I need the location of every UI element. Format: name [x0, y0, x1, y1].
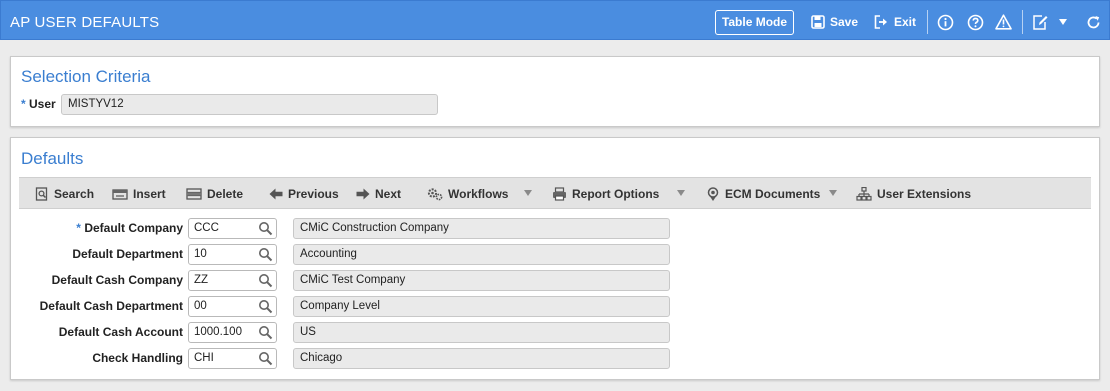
exit-icon [874, 15, 887, 29]
save-icon [811, 15, 825, 29]
chevron-down-icon[interactable] [1054, 13, 1072, 31]
delete-button[interactable]: Delete [186, 186, 243, 202]
default-company-input[interactable]: CCC [188, 218, 277, 239]
default-company-value: CCC [194, 222, 219, 234]
page-title: AP USER DEFAULTS [10, 14, 160, 31]
arrow-right-icon [356, 188, 370, 200]
default-cash-department-label: Default Cash Department [39, 299, 183, 313]
previous-label: Previous [288, 187, 339, 201]
insert-label: Insert [133, 187, 166, 201]
workflows-dropdown-icon[interactable] [524, 190, 532, 196]
selection-criteria-panel: Selection Criteria * User MISTYV12 [10, 56, 1100, 127]
insert-icon [112, 189, 128, 200]
check-handling-input[interactable]: CHI [188, 348, 277, 369]
toolbar-divider [927, 10, 928, 34]
save-button[interactable]: Save [811, 13, 858, 31]
table-mode-button[interactable]: Table Mode [715, 10, 794, 35]
search-icon[interactable] [258, 351, 273, 366]
default-company-description: CMiC Construction Company [293, 218, 670, 239]
default-cash-company-input[interactable]: ZZ [188, 270, 277, 291]
report-options-label: Report Options [572, 187, 660, 201]
check-handling-description: Chicago [293, 348, 670, 369]
search-icon[interactable] [258, 273, 273, 288]
app-header: AP USER DEFAULTS Table Mode Save Exit [0, 0, 1110, 40]
search-button[interactable]: Search [35, 186, 94, 202]
selection-criteria-title: Selection Criteria [21, 67, 151, 86]
search-icon[interactable] [258, 221, 273, 236]
required-marker: * [21, 97, 30, 111]
edit-note-icon[interactable] [1031, 13, 1049, 31]
default-cash-company-value: ZZ [194, 274, 209, 286]
report-options-button[interactable]: Report Options [552, 186, 659, 202]
default-department-label: Default Department [72, 247, 183, 261]
insert-button[interactable]: Insert [112, 186, 166, 202]
default-cash-department-value: 00 [194, 300, 207, 312]
default-cash-company-description: CMiC Test Company [293, 270, 670, 291]
defaults-toolbar: Search Insert Delete Previous Next Workf… [19, 177, 1091, 209]
ecm-documents-button[interactable]: ECM Documents [706, 186, 820, 202]
check-handling-value: CHI [194, 352, 214, 364]
exit-button[interactable]: Exit [874, 13, 916, 31]
default-company-label-text: Default Company [84, 221, 183, 235]
default-department-description: Accounting [293, 244, 670, 265]
toolbar-divider [1022, 10, 1023, 34]
default-cash-department-input[interactable]: 00 [188, 296, 277, 317]
workflows-button[interactable]: Workflows [427, 186, 508, 202]
default-cash-account-description: US [293, 322, 670, 343]
previous-button[interactable]: Previous [269, 186, 339, 202]
user-extensions-label: User Extensions [877, 187, 972, 201]
default-cash-company-label: Default Cash Company [51, 273, 183, 287]
help-icon[interactable] [966, 13, 984, 31]
search-label: Search [54, 187, 95, 201]
user-extensions-button[interactable]: User Extensions [856, 186, 971, 202]
refresh-icon[interactable] [1084, 13, 1102, 31]
default-company-label: * Default Company [76, 221, 183, 235]
user-label-text: User [29, 97, 56, 111]
next-button[interactable]: Next [356, 186, 401, 202]
hierarchy-icon [856, 187, 872, 201]
exit-label: Exit [894, 15, 917, 29]
info-icon[interactable] [936, 13, 954, 31]
user-label: * User [21, 97, 56, 111]
workflows-label: Workflows [448, 187, 509, 201]
defaults-panel: Defaults Search Insert Delete Previous N… [10, 137, 1100, 380]
defaults-title: Defaults [21, 149, 84, 168]
default-cash-account-input[interactable]: 1000.100 [188, 322, 277, 343]
delete-label: Delete [207, 187, 244, 201]
report-options-dropdown-icon[interactable] [677, 190, 685, 196]
ecm-documents-dropdown-icon[interactable] [829, 190, 837, 196]
default-cash-account-label: Default Cash Account [58, 325, 183, 339]
search-doc-icon [35, 187, 48, 201]
ecm-pin-icon [707, 186, 719, 201]
default-cash-account-value: 1000.100 [194, 326, 242, 338]
ecm-documents-label: ECM Documents [725, 187, 821, 201]
arrow-left-icon [269, 188, 283, 200]
search-icon[interactable] [258, 325, 273, 340]
next-label: Next [375, 187, 402, 201]
check-handling-label: Check Handling [92, 351, 183, 365]
user-field[interactable]: MISTYV12 [61, 94, 438, 115]
save-label: Save [830, 15, 859, 29]
default-department-value: 10 [194, 248, 207, 260]
search-icon[interactable] [258, 299, 273, 314]
search-icon[interactable] [258, 247, 273, 262]
delete-icon [186, 188, 202, 200]
default-department-input[interactable]: 10 [188, 244, 277, 265]
printer-icon [553, 187, 566, 201]
gears-icon [427, 188, 443, 201]
default-cash-department-description: Company Level [293, 296, 670, 317]
warning-icon[interactable] [994, 13, 1012, 31]
